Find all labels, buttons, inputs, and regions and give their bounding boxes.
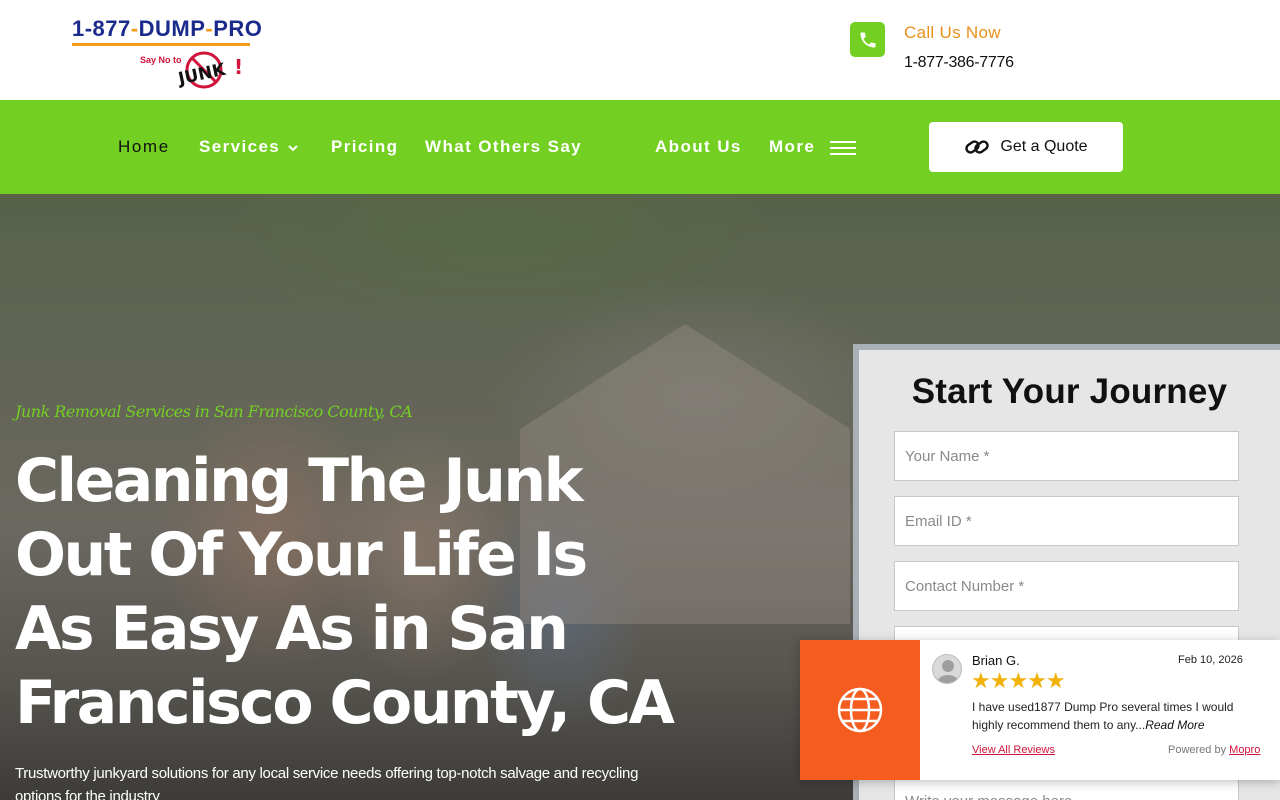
view-all-reviews-link[interactable]: View All Reviews [972, 744, 1055, 756]
logo-wordmark: 1-877-DUMP-PRO [72, 16, 263, 41]
svg-text:JUNK: JUNK [176, 60, 228, 90]
nav-item-pricing[interactable]: Pricing [331, 137, 398, 157]
chevron-down-icon[interactable] [288, 143, 298, 153]
nav-item-more[interactable]: More [769, 137, 815, 157]
call-label: Call Us Now [904, 23, 1001, 42]
get-a-quote-button[interactable]: Get a Quote [929, 122, 1123, 172]
review-text: I have used1877 Dump Pro several times I… [972, 698, 1267, 734]
reviewer-avatar [932, 654, 962, 684]
site-header: 1-877-DUMP-PRO Say No to JUNK ! Call Us … [0, 0, 1280, 100]
globe-icon [837, 687, 883, 733]
call-number-link[interactable]: 1-877-386-7776 [904, 54, 1014, 72]
read-more-link[interactable]: Read More [1145, 718, 1204, 732]
hamburger-icon[interactable] [830, 141, 856, 157]
review-date: Feb 10, 2026 [1178, 654, 1243, 666]
hero-subtitle: Junk Removal Services in San Francisco C… [15, 402, 413, 421]
nav-item-what-others-say[interactable]: What Others Say [425, 137, 582, 157]
star-rating: ★★★★★ [971, 669, 1066, 694]
hero-title: Cleaning The Junk Out Of Your Life Is As… [15, 446, 675, 738]
reviewer-name: Brian G. [972, 653, 1020, 668]
logo-junk-badge: Say No to JUNK ! [140, 51, 243, 90]
contact-number-field[interactable] [894, 561, 1239, 611]
form-title: Start Your Journey [911, 372, 1228, 411]
get-a-quote-label: Get a Quote [1000, 138, 1088, 155]
site-logo[interactable]: 1-877-DUMP-PRO Say No to JUNK ! [70, 14, 263, 92]
hero-description: Trustworthy junkyard solutions for any l… [15, 765, 639, 800]
nav-item-about-us[interactable]: About Us [655, 137, 742, 157]
review-badge [800, 640, 920, 780]
review-widget: Brian G. Feb 10, 2026 ★★★★★ I have used1… [800, 640, 1280, 780]
powered-by: Powered by Mopro [1168, 744, 1260, 756]
powered-by-brand-link[interactable]: Mopro [1229, 744, 1260, 756]
link-icon [965, 140, 990, 154]
name-field[interactable] [894, 431, 1239, 481]
powered-by-label: Powered by [1168, 744, 1227, 756]
logo-underline [72, 43, 250, 46]
svg-text:Say No to: Say No to [140, 55, 182, 65]
phone-icon[interactable] [850, 22, 885, 57]
nav-item-services[interactable]: Services [199, 137, 280, 157]
email-field[interactable] [894, 496, 1239, 546]
nav-item-home[interactable]: Home [118, 137, 170, 157]
svg-text:!: ! [234, 55, 243, 79]
